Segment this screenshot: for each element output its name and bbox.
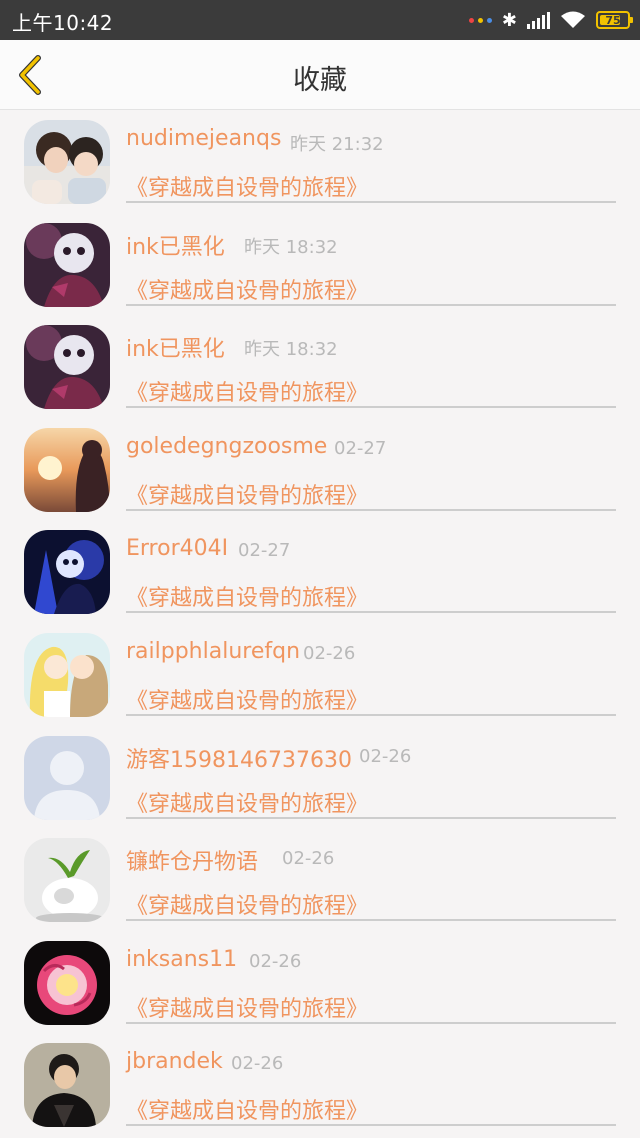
avatar[interactable]	[24, 427, 110, 512]
username[interactable]: jbrandek	[126, 1049, 223, 1074]
favorite-info: nudimejeanqs 昨天 21:32 《穿越成自设骨的旅程》	[126, 120, 616, 203]
book-title[interactable]: 《穿越成自设骨的旅程》	[126, 786, 368, 818]
timestamp: 02-26	[359, 745, 412, 767]
book-title[interactable]: 《穿越成自设骨的旅程》	[126, 1093, 368, 1125]
signal-icon	[527, 11, 550, 29]
favorite-info: 游客1598146737630 02-26 《穿越成自设骨的旅程》	[126, 736, 616, 819]
avatar[interactable]	[24, 530, 110, 615]
timestamp: 昨天 18:32	[244, 236, 338, 258]
avatar[interactable]	[24, 120, 110, 204]
favorites-list: nudimejeanqs 昨天 21:32 《穿越成自设骨的旅程》 ink已黑化…	[0, 110, 640, 1136]
favorite-item[interactable]: jbrandek 02-26 《穿越成自设骨的旅程》	[0, 1033, 640, 1136]
book-title[interactable]: 《穿越成自设骨的旅程》	[126, 580, 368, 612]
favorite-info: ink已黑化 昨天 18:32 《穿越成自设骨的旅程》	[126, 325, 616, 409]
username[interactable]: goledegngzoosme	[126, 434, 327, 459]
book-title[interactable]: 《穿越成自设骨的旅程》	[126, 683, 368, 715]
favorite-info: jbrandek 02-26 《穿越成自设骨的旅程》	[126, 1043, 616, 1127]
timestamp: 02-27	[334, 437, 387, 459]
battery-level: 75	[605, 13, 621, 27]
book-title[interactable]: 《穿越成自设骨的旅程》	[126, 888, 368, 920]
favorite-item[interactable]: inksans11 02-26 《穿越成自设骨的旅程》	[0, 931, 640, 1034]
dots-icon	[468, 17, 492, 23]
username[interactable]: railpphlalurefqn	[126, 639, 300, 664]
timestamp: 昨天 21:32	[290, 134, 384, 155]
username[interactable]: ink已黑化	[126, 331, 225, 363]
book-title[interactable]: 《穿越成自设骨的旅程》	[126, 273, 368, 305]
favorite-item[interactable]: Error404I 02-27 《穿越成自设骨的旅程》	[0, 520, 640, 623]
favorite-item[interactable]: 游客1598146737630 02-26 《穿越成自设骨的旅程》	[0, 726, 640, 829]
timestamp: 02-26	[303, 642, 356, 664]
status-icons: ✱ 75	[468, 8, 633, 32]
favorite-info: ink已黑化 昨天 18:32 《穿越成自设骨的旅程》	[126, 223, 616, 306]
favorite-info: Error404I 02-27 《穿越成自设骨的旅程》	[126, 530, 616, 614]
avatar[interactable]	[24, 1043, 110, 1128]
timestamp: 昨天 18:32	[244, 339, 338, 361]
avatar[interactable]	[24, 940, 110, 1025]
username[interactable]: 游客1598146737630	[126, 742, 352, 774]
timestamp: 02-26	[282, 848, 335, 870]
timestamp: 02-26	[249, 950, 302, 972]
title-bar: 收藏	[0, 40, 640, 110]
username[interactable]: inksans11	[126, 947, 237, 972]
favorite-item[interactable]: 镰蚱仓丹物语 02-26 《穿越成自设骨的旅程》	[0, 828, 640, 931]
favorite-item[interactable]: railpphlalurefqn 02-26 《穿越成自设骨的旅程》	[0, 623, 640, 726]
favorite-info: 镰蚱仓丹物语 02-26 《穿越成自设骨的旅程》	[126, 838, 616, 922]
avatar[interactable]	[24, 838, 110, 923]
favorite-item[interactable]: nudimejeanqs 昨天 21:32 《穿越成自设骨的旅程》	[0, 110, 640, 213]
favorite-item[interactable]: ink已黑化 昨天 18:32 《穿越成自设骨的旅程》	[0, 213, 640, 316]
avatar[interactable]	[24, 735, 110, 820]
wifi-icon	[561, 11, 585, 28]
favorite-info: railpphlalurefqn 02-26 《穿越成自设骨的旅程》	[126, 633, 616, 716]
avatar[interactable]	[24, 632, 110, 717]
username[interactable]: nudimejeanqs	[126, 126, 281, 151]
status-time: 上午10:42	[12, 11, 114, 35]
battery-icon: 75	[596, 11, 633, 29]
book-title[interactable]: 《穿越成自设骨的旅程》	[126, 478, 368, 510]
favorite-info: inksans11 02-26 《穿越成自设骨的旅程》	[126, 941, 616, 1024]
favorite-item[interactable]: ink已黑化 昨天 18:32 《穿越成自设骨的旅程》	[0, 315, 640, 418]
book-title[interactable]: 《穿越成自设骨的旅程》	[126, 991, 368, 1023]
page-title: 收藏	[293, 65, 347, 96]
avatar[interactable]	[24, 325, 110, 410]
timestamp: 02-26	[231, 1053, 284, 1075]
timestamp: 02-27	[238, 540, 291, 562]
favorite-info: goledegngzoosme 02-27 《穿越成自设骨的旅程》	[126, 428, 616, 511]
username[interactable]: ink已黑化	[126, 229, 225, 261]
favorite-item[interactable]: goledegngzoosme 02-27 《穿越成自设骨的旅程》	[0, 418, 640, 521]
bluetooth-icon: ✱	[501, 9, 517, 31]
book-title[interactable]: 《穿越成自设骨的旅程》	[126, 170, 368, 202]
avatar[interactable]	[24, 222, 110, 307]
username[interactable]: 镰蚱仓丹物语	[126, 844, 258, 876]
status-bar: 上午10:42 ✱ 75	[0, 0, 640, 40]
username[interactable]: Error404I	[126, 536, 228, 561]
book-title[interactable]: 《穿越成自设骨的旅程》	[126, 375, 368, 407]
